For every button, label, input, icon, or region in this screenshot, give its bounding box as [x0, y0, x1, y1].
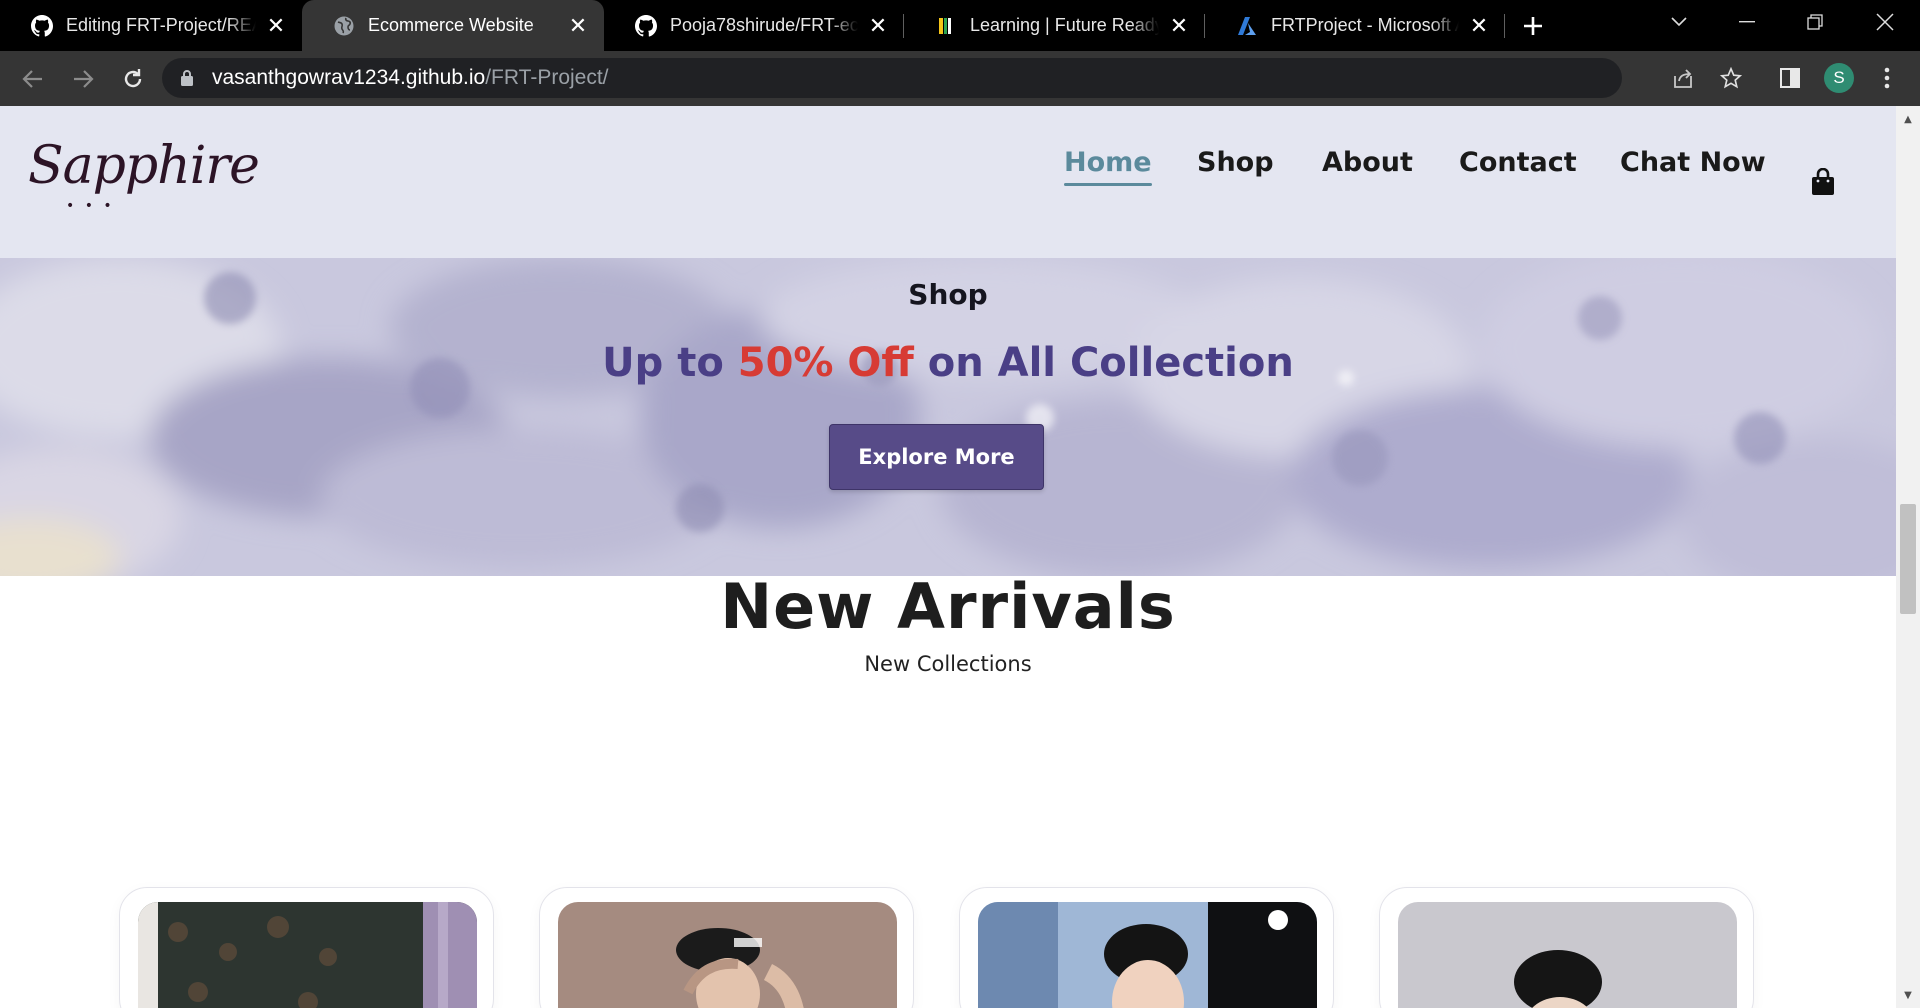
reload-icon	[124, 68, 142, 87]
tab-learning-future-ready[interactable]: Learning | Future Ready Talent ✕	[904, 0, 1205, 51]
woman-cap-photo	[558, 902, 897, 1008]
arrow-left-icon	[22, 69, 42, 88]
product-card[interactable]	[1379, 887, 1754, 1008]
close-icon[interactable]: ✕	[264, 13, 288, 38]
profile-avatar-button[interactable]: S	[1818, 57, 1860, 99]
site-header: Sapphire • • • Home Shop About Contact C…	[0, 106, 1896, 258]
product-card[interactable]	[539, 887, 914, 1008]
tab-azure[interactable]: FRTProject - Microsoft Azure ✕	[1205, 0, 1505, 51]
github-icon	[30, 14, 54, 38]
section-subtitle: New Collections	[864, 652, 1032, 676]
side-panel-icon	[1780, 68, 1800, 88]
minimize-button[interactable]	[1714, 0, 1780, 44]
lock-icon	[181, 70, 193, 86]
close-icon[interactable]: ✕	[566, 13, 590, 38]
ftr-icon	[934, 14, 958, 38]
url-path: /FRT-Project/	[485, 66, 609, 89]
shopping-bag-icon[interactable]	[1810, 168, 1836, 196]
nav-contact[interactable]: Contact	[1459, 147, 1577, 178]
browser-tab-strip: Editing FRT-Project/README ✕ Ecommerce W…	[0, 0, 1920, 51]
explore-more-button[interactable]: Explore More	[829, 424, 1044, 490]
side-panel-button[interactable]	[1769, 57, 1811, 99]
minimize-icon	[1739, 21, 1755, 23]
tab-title: Ecommerce Website	[368, 15, 534, 35]
share-icon	[1674, 69, 1692, 88]
hero-title: Shop	[908, 278, 988, 311]
page-viewport: Sapphire • • • Home Shop About Contact C…	[0, 106, 1896, 1008]
close-icon[interactable]: ✕	[1467, 13, 1491, 38]
chevron-down-icon	[1671, 17, 1687, 27]
reload-button[interactable]	[110, 56, 156, 102]
headline-text: on All Collection	[913, 340, 1294, 386]
globe-icon	[332, 14, 356, 38]
restore-button[interactable]	[1782, 0, 1848, 44]
scroll-up-arrow[interactable]: ▲	[1901, 112, 1915, 126]
new-tab-button[interactable]	[1505, 0, 1561, 51]
scrollbar-thumb[interactable]	[1900, 504, 1916, 614]
scroll-down-arrow[interactable]: ▼	[1901, 988, 1915, 1002]
plus-icon	[1524, 16, 1542, 35]
close-icon[interactable]: ✕	[1167, 13, 1191, 38]
azure-icon	[1235, 14, 1259, 38]
product-card[interactable]	[959, 887, 1334, 1008]
tab-title: Learning | Future Ready Talent	[970, 15, 1159, 35]
arrow-right-icon	[74, 69, 94, 88]
back-button[interactable]	[10, 56, 56, 102]
section-title: New Arrivals	[720, 570, 1176, 643]
discount-highlight: 50% Off	[737, 340, 914, 386]
site-logo[interactable]: Sapphire	[28, 136, 260, 196]
close-icon	[1876, 13, 1894, 31]
hero-banner: Shop Up to 50% Off on All Collection Exp…	[0, 258, 1896, 576]
man-portrait-photo	[1398, 902, 1737, 1008]
tab-title: FRTProject - Microsoft Azure	[1271, 15, 1459, 35]
nav-chat-now[interactable]: Chat Now	[1620, 147, 1766, 178]
browser-menu-button[interactable]	[1866, 57, 1908, 99]
logo-dots: • • •	[66, 198, 115, 214]
forward-button[interactable]	[60, 56, 106, 102]
tab-editing-readme[interactable]: Editing FRT-Project/README ✕	[0, 0, 302, 51]
tab-title: Pooja78shirude/FRT-ecommerce	[670, 15, 858, 35]
woman-portrait-photo	[138, 902, 477, 1008]
headline-text: Up to	[602, 340, 738, 386]
avatar: S	[1824, 63, 1854, 93]
kebab-menu-icon	[1884, 67, 1890, 89]
star-icon	[1720, 67, 1742, 89]
bookmark-button[interactable]	[1710, 57, 1752, 99]
tab-pooja-frt[interactable]: Pooja78shirude/FRT-ecommerce ✕	[604, 0, 904, 51]
close-window-button[interactable]	[1852, 0, 1918, 44]
tab-title: Editing FRT-Project/README	[66, 15, 256, 35]
page-scrollbar[interactable]: ▲ ▼	[1896, 106, 1920, 1008]
close-icon[interactable]: ✕	[866, 13, 890, 38]
hero-headline: Up to 50% Off on All Collection	[0, 340, 1896, 386]
nav-shop[interactable]: Shop	[1197, 147, 1274, 178]
tab-search-button[interactable]	[1646, 0, 1712, 44]
nav-about[interactable]: About	[1322, 147, 1413, 178]
address-bar[interactable]: vasanthgowrav1234.github.io/FRT-Project/	[162, 58, 1742, 98]
product-card[interactable]	[119, 887, 494, 1008]
avatar-initial: S	[1833, 68, 1845, 87]
url-host: vasanthgowrav1234.github.io	[212, 66, 486, 89]
man-smiling-photo	[978, 902, 1317, 1008]
github-icon	[634, 14, 658, 38]
tab-separator	[1504, 14, 1505, 38]
tab-ecommerce-website[interactable]: Ecommerce Website ✕	[302, 0, 604, 51]
share-button[interactable]	[1662, 57, 1704, 99]
address-toolbar: vasanthgowrav1234.github.io/FRT-Project/…	[0, 51, 1920, 106]
nav-home[interactable]: Home	[1064, 147, 1152, 186]
restore-icon	[1807, 14, 1823, 30]
